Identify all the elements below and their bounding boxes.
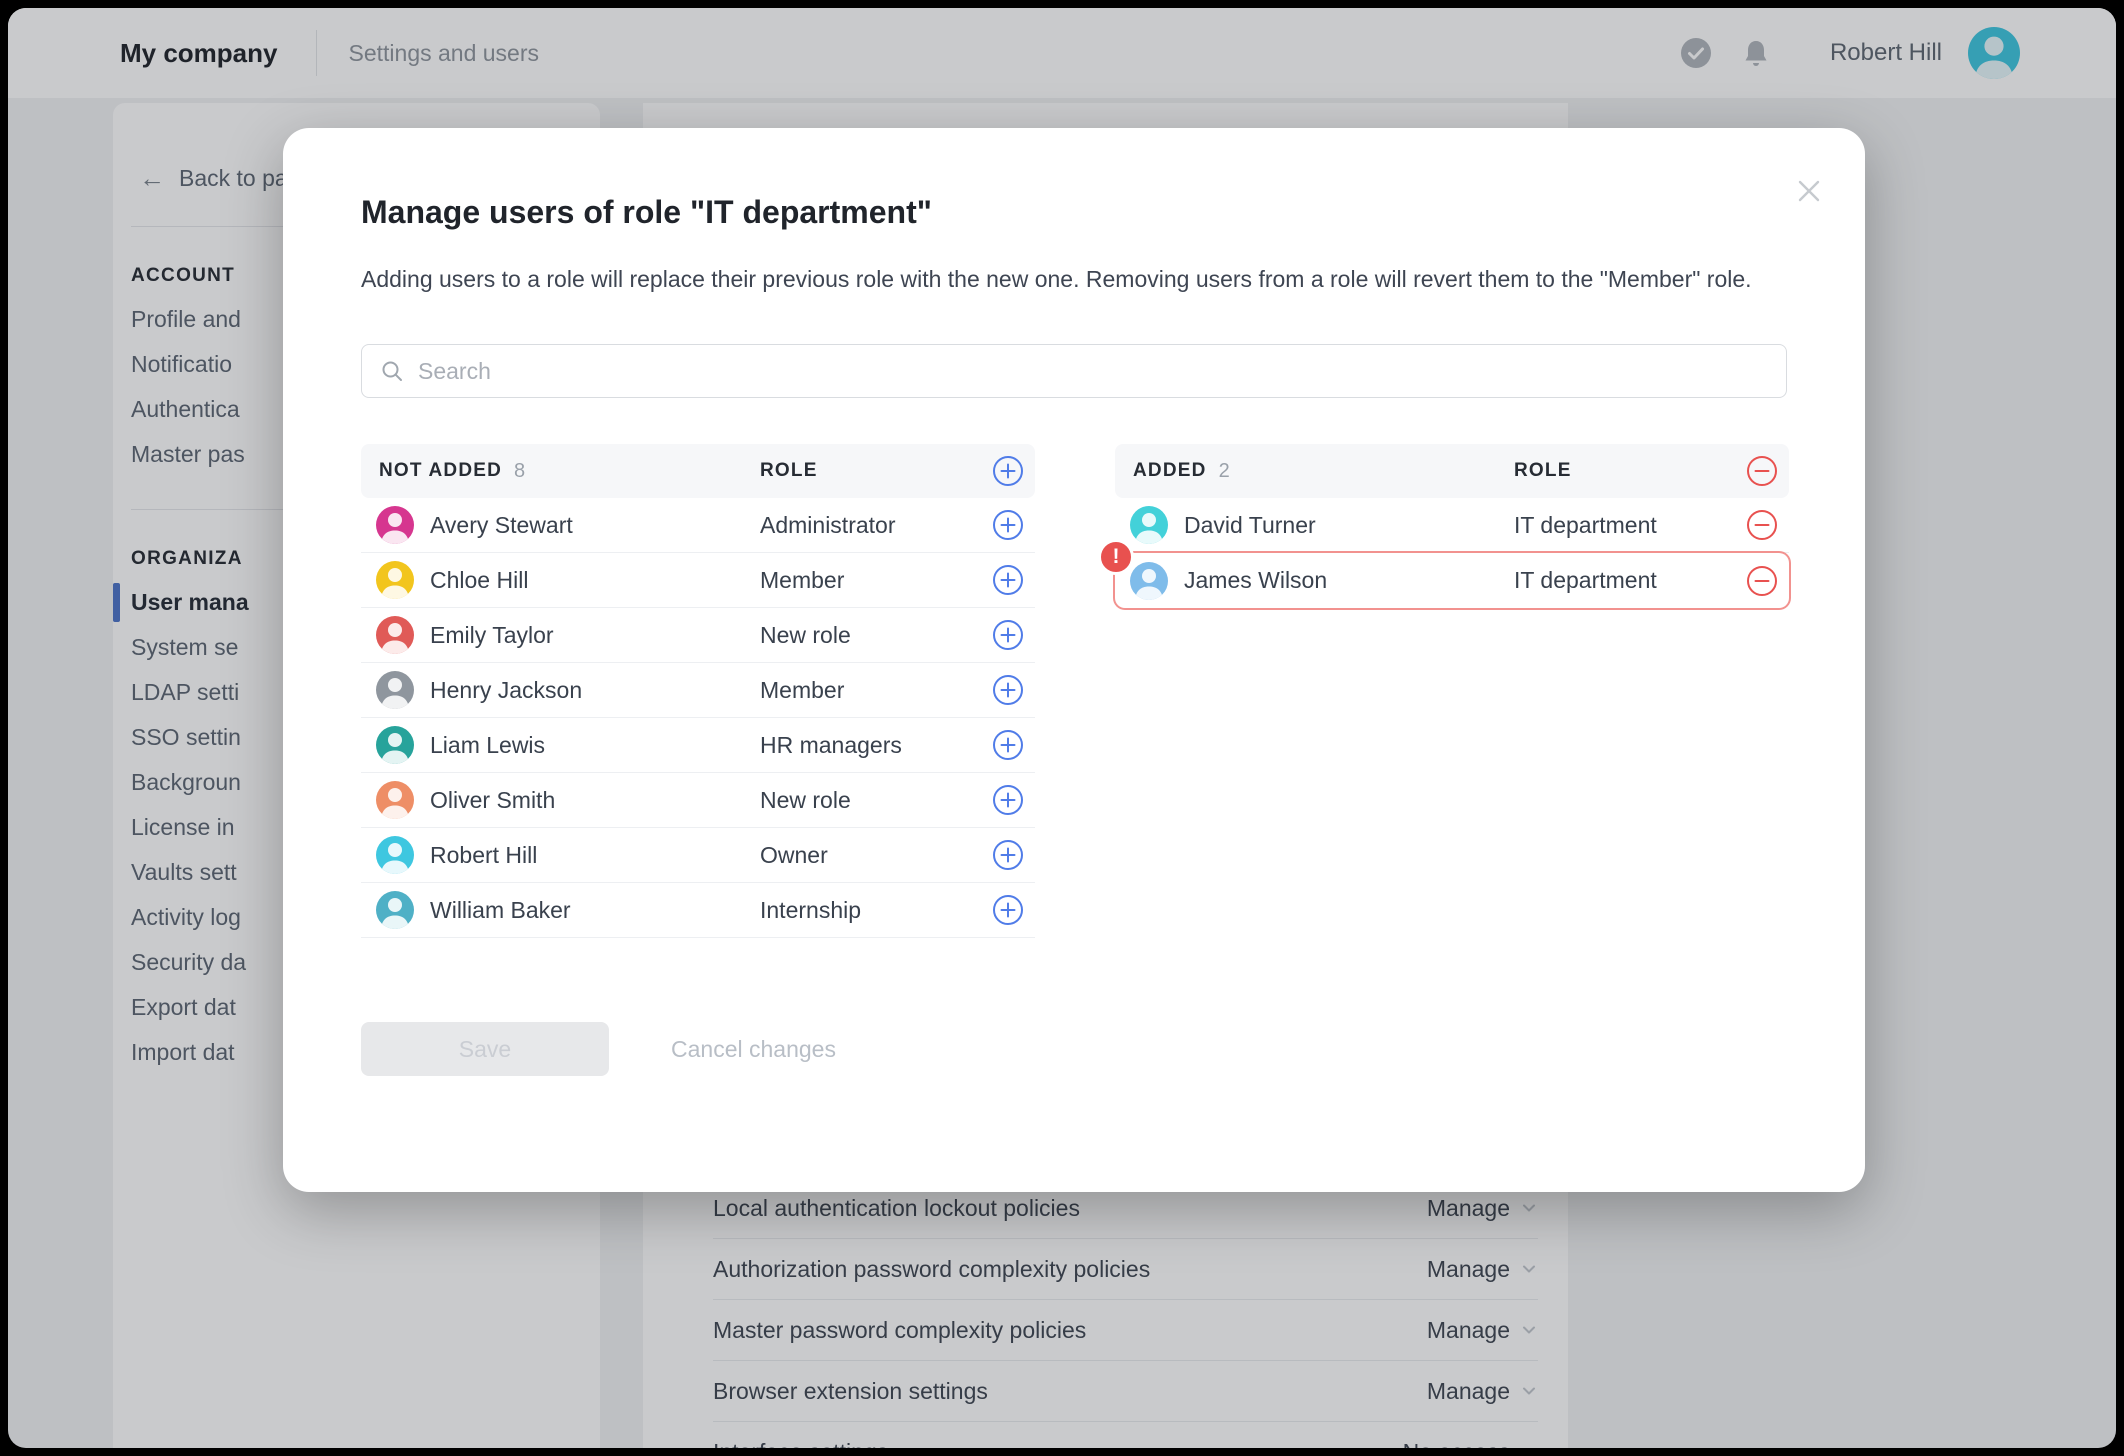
user-row: Oliver Smith New role: [361, 773, 1035, 828]
user-role: Internship: [760, 897, 861, 924]
remove-user-button[interactable]: [1746, 565, 1778, 597]
add-icon: [992, 455, 1024, 487]
add-user-button[interactable]: [992, 564, 1024, 596]
avatar: [376, 726, 414, 764]
remove-all-button[interactable]: [1746, 455, 1778, 487]
remove-icon: [1746, 455, 1778, 487]
user-row: Liam Lewis HR managers: [361, 718, 1035, 773]
search-box: [361, 344, 1787, 398]
user-name: Robert Hill: [430, 842, 537, 869]
search-input[interactable]: [418, 358, 1768, 385]
user-name: Emily Taylor: [430, 622, 554, 649]
user-name: Oliver Smith: [430, 787, 555, 814]
added-count: 2: [1219, 460, 1230, 483]
add-icon: [992, 784, 1024, 816]
person-silhouette-icon: [376, 506, 414, 544]
add-icon: [992, 729, 1024, 761]
avatar: [376, 616, 414, 654]
avatar: [376, 671, 414, 709]
avatar: [376, 506, 414, 544]
person-silhouette-icon: [376, 671, 414, 709]
not-added-label: NOT ADDED: [379, 460, 502, 482]
user-row: James Wilson IT department !: [1115, 553, 1789, 608]
add-user-button[interactable]: [992, 619, 1024, 651]
add-all-button[interactable]: [992, 455, 1024, 487]
cancel-changes-button[interactable]: Cancel changes: [671, 1036, 836, 1063]
close-button[interactable]: [1781, 164, 1837, 220]
modal-title: Manage users of role "IT department": [361, 194, 1787, 231]
add-user-button[interactable]: [992, 784, 1024, 816]
person-silhouette-icon: [1130, 506, 1168, 544]
add-icon: [992, 894, 1024, 926]
user-row: Avery Stewart Administrator: [361, 498, 1035, 553]
add-icon: [992, 619, 1024, 651]
person-silhouette-icon: [376, 891, 414, 929]
user-name: David Turner: [1184, 512, 1316, 539]
error-badge: !: [1098, 539, 1134, 575]
avatar: [376, 781, 414, 819]
user-row: Emily Taylor New role: [361, 608, 1035, 663]
user-row: David Turner IT department: [1115, 498, 1789, 553]
user-name: James Wilson: [1184, 567, 1327, 594]
add-user-button[interactable]: [992, 509, 1024, 541]
added-header: ADDED 2 ROLE: [1115, 444, 1789, 498]
user-row: Chloe Hill Member: [361, 553, 1035, 608]
add-icon: [992, 509, 1024, 541]
search-icon: [380, 359, 404, 383]
user-row: Henry Jackson Member: [361, 663, 1035, 718]
role-column-header: ROLE: [760, 460, 818, 482]
user-role: IT department: [1514, 567, 1657, 594]
save-button[interactable]: Save: [361, 1022, 609, 1076]
user-name: William Baker: [430, 897, 571, 924]
user-role: HR managers: [760, 732, 902, 759]
role-column-header: ROLE: [1514, 460, 1572, 482]
remove-icon: [1746, 509, 1778, 541]
remove-user-button[interactable]: [1746, 509, 1778, 541]
not-added-header: NOT ADDED 8 ROLE: [361, 444, 1035, 498]
add-icon: [992, 674, 1024, 706]
avatar: [376, 561, 414, 599]
add-user-button[interactable]: [992, 729, 1024, 761]
user-role: Owner: [760, 842, 828, 869]
avatar: [376, 891, 414, 929]
add-icon: [992, 839, 1024, 871]
person-silhouette-icon: [1130, 562, 1168, 600]
user-name: Liam Lewis: [430, 732, 545, 759]
not-added-list: NOT ADDED 8 ROLE Avery Stewart Administr…: [361, 444, 1035, 938]
avatar: [1130, 506, 1168, 544]
user-role: Member: [760, 567, 844, 594]
user-name: Chloe Hill: [430, 567, 528, 594]
person-silhouette-icon: [376, 781, 414, 819]
app-window: My company Settings and users Robert Hil…: [8, 8, 2116, 1448]
user-name: Avery Stewart: [430, 512, 573, 539]
remove-icon: [1746, 565, 1778, 597]
person-silhouette-icon: [376, 561, 414, 599]
user-row: William Baker Internship: [361, 883, 1035, 938]
added-label: ADDED: [1133, 460, 1207, 482]
add-icon: [992, 564, 1024, 596]
person-silhouette-icon: [376, 726, 414, 764]
manage-users-modal: Manage users of role "IT department" Add…: [283, 128, 1865, 1192]
close-icon: [1793, 175, 1825, 207]
add-user-button[interactable]: [992, 674, 1024, 706]
user-role: New role: [760, 622, 851, 649]
person-silhouette-icon: [376, 836, 414, 874]
user-role: Administrator: [760, 512, 895, 539]
avatar: [376, 836, 414, 874]
user-row: Robert Hill Owner: [361, 828, 1035, 883]
user-name: Henry Jackson: [430, 677, 582, 704]
user-role: Member: [760, 677, 844, 704]
person-silhouette-icon: [376, 616, 414, 654]
add-user-button[interactable]: [992, 894, 1024, 926]
not-added-count: 8: [514, 460, 525, 483]
modal-description: Adding users to a role will replace thei…: [361, 261, 1787, 298]
user-role: New role: [760, 787, 851, 814]
avatar: [1130, 562, 1168, 600]
added-list: ADDED 2 ROLE David Turner IT department …: [1115, 444, 1789, 938]
add-user-button[interactable]: [992, 839, 1024, 871]
user-role: IT department: [1514, 512, 1657, 539]
